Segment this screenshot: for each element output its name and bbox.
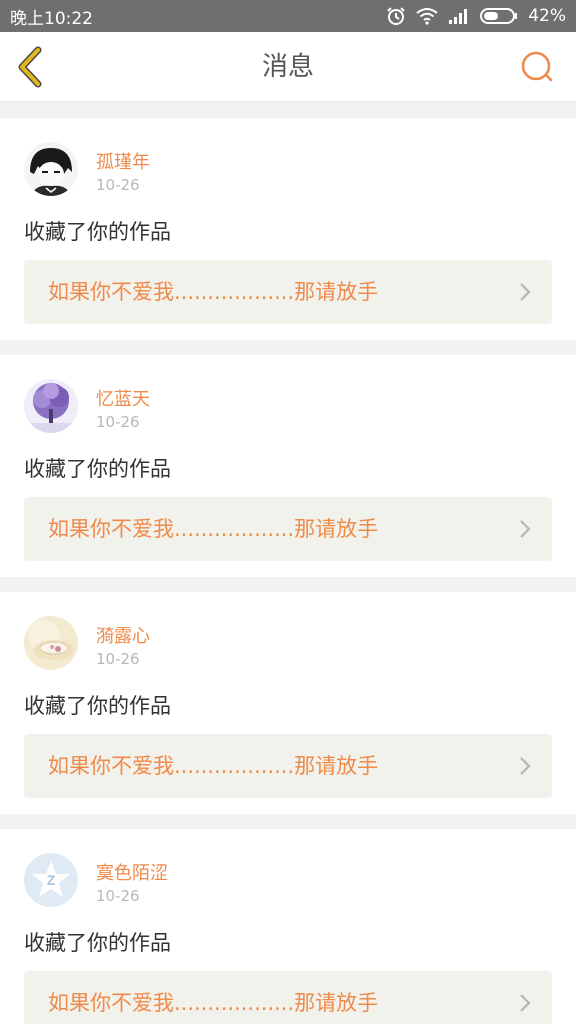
avatar[interactable] — [24, 616, 78, 670]
work-title: 如果你不爱我..................那请放手 — [48, 754, 379, 778]
battery-icon — [480, 7, 518, 25]
chevron-right-icon — [520, 520, 531, 538]
svg-text:Z: Z — [47, 872, 56, 888]
avatar[interactable]: Z — [24, 853, 78, 907]
message-card: Z 寞色陌涩 10-26 收藏了你的作品 如果你不爱我.............… — [0, 829, 576, 1024]
search-button[interactable] — [520, 50, 554, 84]
work-title: 如果你不爱我..................那请放手 — [48, 280, 379, 304]
work-link[interactable]: 如果你不爱我..................那请放手 — [24, 971, 552, 1024]
message-card: 忆蓝天 10-26 收藏了你的作品 如果你不爱我................… — [0, 355, 576, 577]
chevron-right-icon — [520, 757, 531, 775]
status-icons: 42% — [386, 6, 566, 26]
chevron-left-icon — [18, 46, 42, 88]
action-text: 收藏了你的作品 — [24, 220, 171, 244]
back-button[interactable] — [14, 46, 46, 88]
work-link[interactable]: 如果你不爱我..................那请放手 — [24, 260, 552, 324]
message-date: 10-26 — [96, 650, 140, 668]
message-date: 10-26 — [96, 176, 140, 194]
message-list: 孤瑾年 10-26 收藏了你的作品 如果你不爱我................… — [0, 118, 576, 1024]
work-title: 如果你不爱我..................那请放手 — [48, 517, 379, 541]
work-link[interactable]: 如果你不爱我..................那请放手 — [24, 734, 552, 798]
battery-percent: 42% — [528, 6, 566, 26]
signal-icon — [448, 7, 470, 25]
username[interactable]: 寞色陌涩 — [96, 859, 168, 885]
avatar[interactable] — [24, 379, 78, 433]
action-text: 收藏了你的作品 — [24, 931, 171, 955]
chevron-right-icon — [520, 283, 531, 301]
username[interactable]: 漪露心 — [96, 622, 150, 648]
chevron-right-icon — [520, 994, 531, 1012]
work-link[interactable]: 如果你不爱我..................那请放手 — [24, 497, 552, 561]
app-header: 消息 — [0, 32, 576, 102]
avatar[interactable] — [24, 142, 78, 196]
wifi-icon — [416, 7, 438, 25]
page-title: 消息 — [261, 52, 314, 82]
action-text: 收藏了你的作品 — [24, 457, 171, 481]
status-time: 晚上10:22 — [10, 8, 93, 29]
message-card: 孤瑾年 10-26 收藏了你的作品 如果你不爱我................… — [0, 118, 576, 340]
work-title: 如果你不爱我..................那请放手 — [48, 991, 379, 1015]
alarm-icon — [386, 6, 406, 26]
search-icon — [521, 51, 553, 82]
username[interactable]: 忆蓝天 — [96, 385, 150, 411]
message-date: 10-26 — [96, 887, 140, 905]
message-date: 10-26 — [96, 413, 140, 431]
status-bar: 晚上10:22 42% — [0, 0, 576, 32]
action-text: 收藏了你的作品 — [24, 694, 171, 718]
message-card: 漪露心 10-26 收藏了你的作品 如果你不爱我................… — [0, 592, 576, 814]
username[interactable]: 孤瑾年 — [96, 148, 150, 174]
